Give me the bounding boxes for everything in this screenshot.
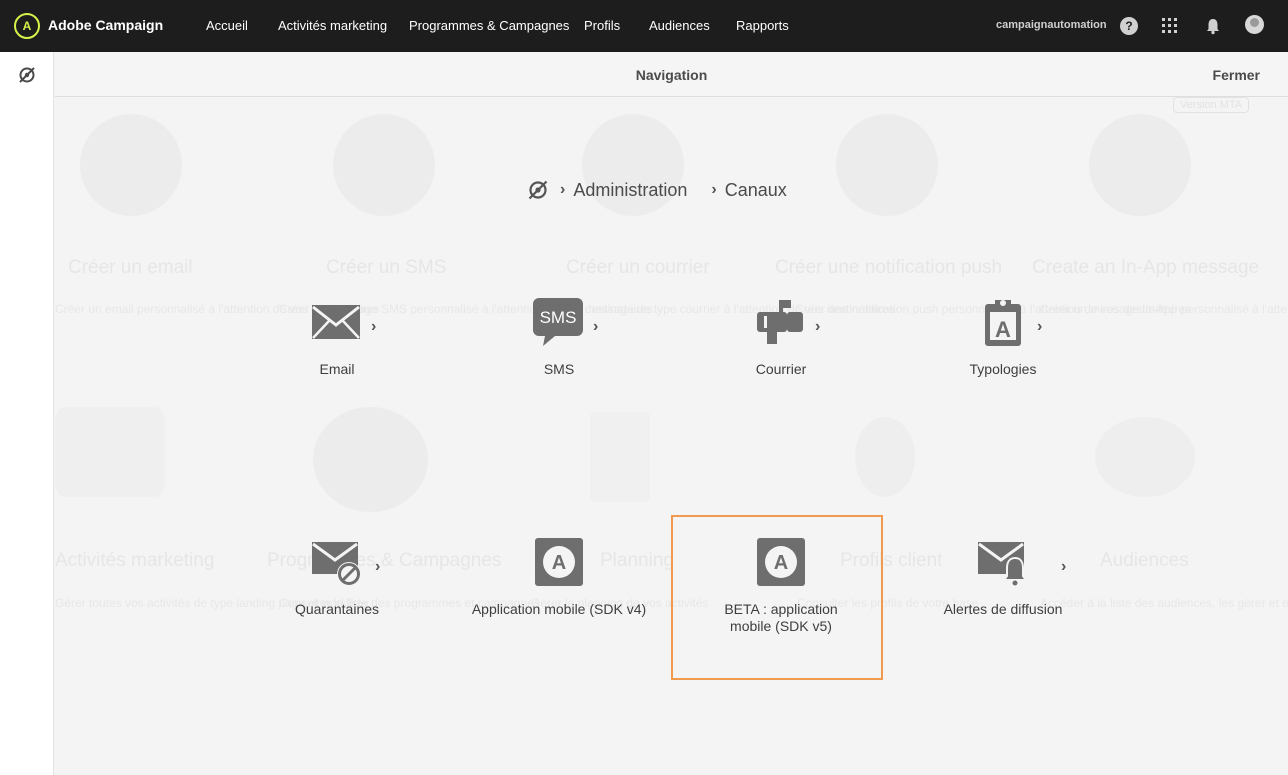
tile-label: SMS <box>543 361 575 377</box>
ghost-title: Activités marketing <box>55 550 215 571</box>
chevron-right-icon: › <box>815 318 821 335</box>
envelope-icon <box>312 305 360 339</box>
sms-bubble-icon: SMS <box>533 298 583 346</box>
ghost-title: Create an In-App message <box>1032 257 1260 278</box>
apps-grid-icon[interactable] <box>1161 17 1179 35</box>
ghost-sms-circle <box>333 114 435 216</box>
tile-quarantaines[interactable]: › Quarantaines <box>247 538 427 628</box>
tile-alertes-de-diffusion[interactable]: › Alertes de diffusion <box>913 538 1093 628</box>
mailbox-icon <box>757 300 803 344</box>
app-title[interactable]: Adobe Campaign <box>48 17 163 33</box>
ghost-title: Créer un courrier <box>566 257 710 278</box>
account-name[interactable]: campaignautomation <box>996 19 1107 31</box>
nav-programmes-campagnes[interactable]: Programmes & Campagnes <box>409 18 569 33</box>
help-icon[interactable]: ? <box>1120 17 1138 35</box>
close-button[interactable]: Fermer <box>1213 67 1260 83</box>
ghost-title: Créer une notification push <box>775 257 1003 278</box>
chevron-right-icon: › <box>375 558 381 575</box>
typology-icon-text: A <box>995 317 1011 342</box>
ghost-programs-illustration <box>313 407 428 512</box>
ghost-inapp-circle <box>1089 114 1191 216</box>
tile-label: Application mobile (SDK v4) <box>471 601 647 617</box>
breadcrumb: › Administration › Canaux <box>526 176 811 204</box>
tile-typologies[interactable]: A › Typologies <box>913 298 1093 388</box>
ghost-title: Créer un SMS <box>326 257 447 278</box>
tile-label: Courrier <box>755 361 807 377</box>
adobe-campaign-logo-icon[interactable]: A <box>14 13 40 39</box>
breadcrumb-canaux[interactable]: Canaux <box>725 180 787 201</box>
ghost-push-circle <box>836 114 938 216</box>
tile-label: Alertes de diffusion <box>943 601 1063 617</box>
ghost-title: Créer un email <box>68 257 193 278</box>
chevron-right-icon: › <box>1037 318 1043 335</box>
ghost-audience-illustration <box>1095 417 1195 497</box>
tile-label: Quarantaines <box>294 601 380 617</box>
left-rail <box>0 52 54 775</box>
tile-application-mobile-sdk-v4[interactable]: A Application mobile (SDK v4) <box>459 538 659 628</box>
envelope-blocked-icon <box>312 542 361 586</box>
sms-icon-text: SMS <box>540 308 577 327</box>
app-icon-text: A <box>552 552 566 574</box>
tile-label: Email <box>319 361 355 377</box>
nav-activites-marketing[interactable]: Activités marketing <box>278 18 387 33</box>
navigation-home-icon[interactable] <box>526 178 550 202</box>
breadcrumb-administration[interactable]: Administration <box>573 180 687 201</box>
chevron-right-icon: › <box>371 318 377 335</box>
nav-rapports[interactable]: Rapports <box>736 18 789 33</box>
ghost-activities-illustration <box>55 407 165 497</box>
top-bar: A Adobe Campaign Accueil Activités marke… <box>0 0 1288 52</box>
selection-highlight <box>671 515 883 680</box>
tile-sms[interactable]: SMS › SMS <box>469 298 649 388</box>
ghost-profile-illustration <box>855 417 915 497</box>
notifications-bell-icon[interactable] <box>1204 17 1222 35</box>
nav-accueil[interactable]: Accueil <box>206 18 248 33</box>
tile-label: Typologies <box>969 361 1037 377</box>
tile-courrier[interactable]: › Courrier <box>691 298 871 388</box>
navigation-title: Navigation <box>635 67 708 83</box>
envelope-bell-icon <box>978 542 1028 586</box>
nav-profils[interactable]: Profils <box>584 18 620 33</box>
ghost-email-circle <box>80 114 182 216</box>
app-icon: A <box>535 538 583 586</box>
navigation-toggle-icon[interactable] <box>17 65 37 85</box>
ghost-title: Audiences <box>1100 550 1189 571</box>
chevron-right-icon: › <box>711 181 717 198</box>
user-avatar[interactable] <box>1245 15 1264 34</box>
ghost-planning-illustration <box>590 412 650 502</box>
chevron-right-icon: › <box>1061 558 1067 575</box>
chevron-right-icon: › <box>560 181 566 198</box>
version-badge: Version MTA <box>1173 97 1250 113</box>
tile-email[interactable]: › Email <box>247 298 427 388</box>
chevron-right-icon: › <box>593 318 599 335</box>
typology-clipboard-icon: A <box>985 300 1021 346</box>
navigation-header: Navigation Fermer <box>55 52 1288 97</box>
nav-audiences[interactable]: Audiences <box>649 18 710 33</box>
